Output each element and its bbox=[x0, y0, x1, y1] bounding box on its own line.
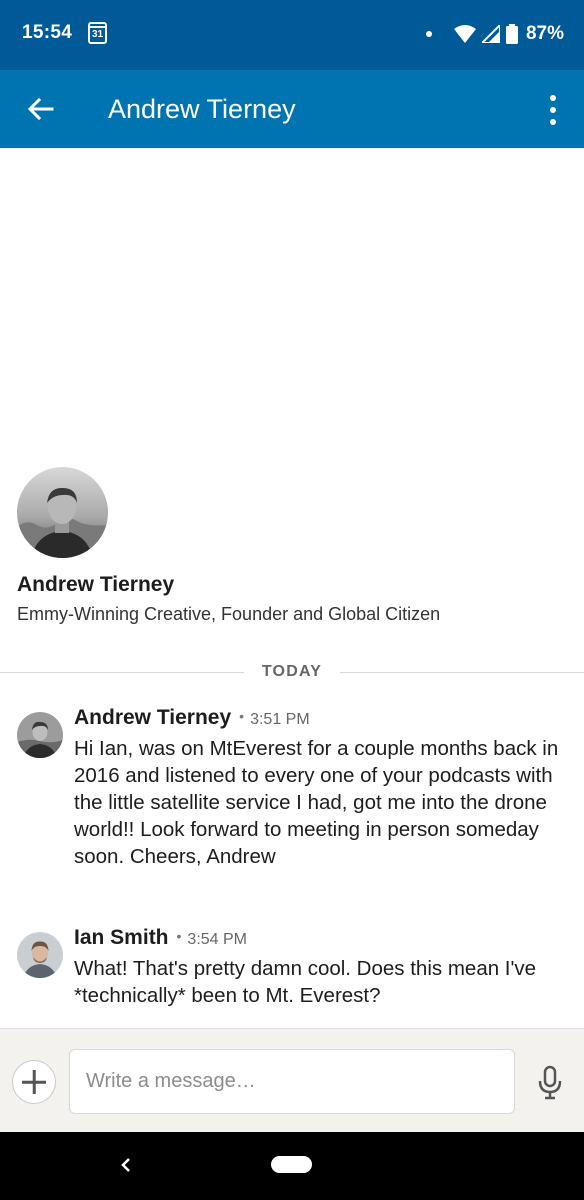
separator-dot: • bbox=[176, 928, 182, 944]
divider-left bbox=[0, 672, 244, 673]
divider-right bbox=[340, 672, 584, 673]
system-home-pill[interactable] bbox=[271, 1156, 312, 1173]
battery-percentage: 87% bbox=[525, 23, 564, 44]
separator-dot: • bbox=[239, 708, 245, 724]
more-options-button[interactable] bbox=[546, 92, 560, 128]
profile-photo bbox=[17, 467, 108, 558]
message-header: Andrew Tierney • 3:51 PM bbox=[74, 706, 310, 730]
profile-avatar[interactable] bbox=[17, 467, 108, 558]
sender-photo bbox=[17, 712, 63, 758]
calendar-icon: 31 bbox=[88, 22, 107, 44]
profile-name[interactable]: Andrew Tierney bbox=[17, 573, 174, 597]
message-header: Ian Smith • 3:54 PM bbox=[74, 926, 247, 950]
compose-bar bbox=[0, 1028, 584, 1132]
sender-name[interactable]: Andrew Tierney bbox=[74, 706, 231, 729]
system-nav-bar bbox=[0, 1132, 584, 1200]
back-button[interactable] bbox=[24, 92, 58, 126]
cell-signal-icon bbox=[481, 25, 500, 43]
conversation-title: Andrew Tierney bbox=[108, 94, 296, 124]
arrow-back-icon bbox=[27, 97, 54, 121]
more-vert-icon-dot bbox=[550, 119, 556, 125]
chevron-left-icon bbox=[121, 1158, 130, 1172]
date-divider-label: TODAY bbox=[261, 663, 323, 680]
calendar-day: 31 bbox=[91, 29, 104, 40]
voice-message-button[interactable] bbox=[535, 1065, 565, 1101]
sender-avatar[interactable] bbox=[17, 932, 63, 978]
sender-avatar[interactable] bbox=[17, 712, 63, 758]
sender-name[interactable]: Ian Smith bbox=[74, 926, 169, 949]
profile-headline: Emmy-Winning Creative, Founder and Globa… bbox=[17, 604, 441, 624]
message-item: Ian Smith • 3:54 PM What! That's pretty da… bbox=[0, 926, 584, 1016]
more-vert-icon bbox=[550, 95, 556, 101]
status-bar: 15:54 31 87% bbox=[0, 0, 584, 70]
message-input[interactable] bbox=[69, 1049, 515, 1114]
status-indicators: 87% bbox=[425, 20, 564, 48]
message-time: 3:54 PM bbox=[187, 931, 248, 948]
system-back-button[interactable] bbox=[116, 1155, 136, 1175]
app-bar: Andrew Tierney bbox=[0, 70, 584, 148]
message-item: Andrew Tierney • 3:51 PM Hi Ian, was on Mt… bbox=[0, 706, 584, 906]
message-text: Hi Ian, was on MtEverest for a couple mo… bbox=[74, 737, 559, 868]
microphone-icon bbox=[538, 1065, 562, 1100]
attach-button[interactable] bbox=[12, 1060, 56, 1104]
more-vert-icon-dot bbox=[550, 107, 556, 113]
notification-dot-icon bbox=[425, 31, 432, 37]
message-time: 3:51 PM bbox=[250, 711, 310, 728]
battery-icon bbox=[505, 24, 518, 44]
status-time: 15:54 bbox=[22, 22, 73, 43]
message-text: What! That's pretty damn cool. Does this… bbox=[74, 957, 537, 1007]
wifi-icon bbox=[453, 25, 476, 43]
sender-photo bbox=[17, 932, 63, 978]
